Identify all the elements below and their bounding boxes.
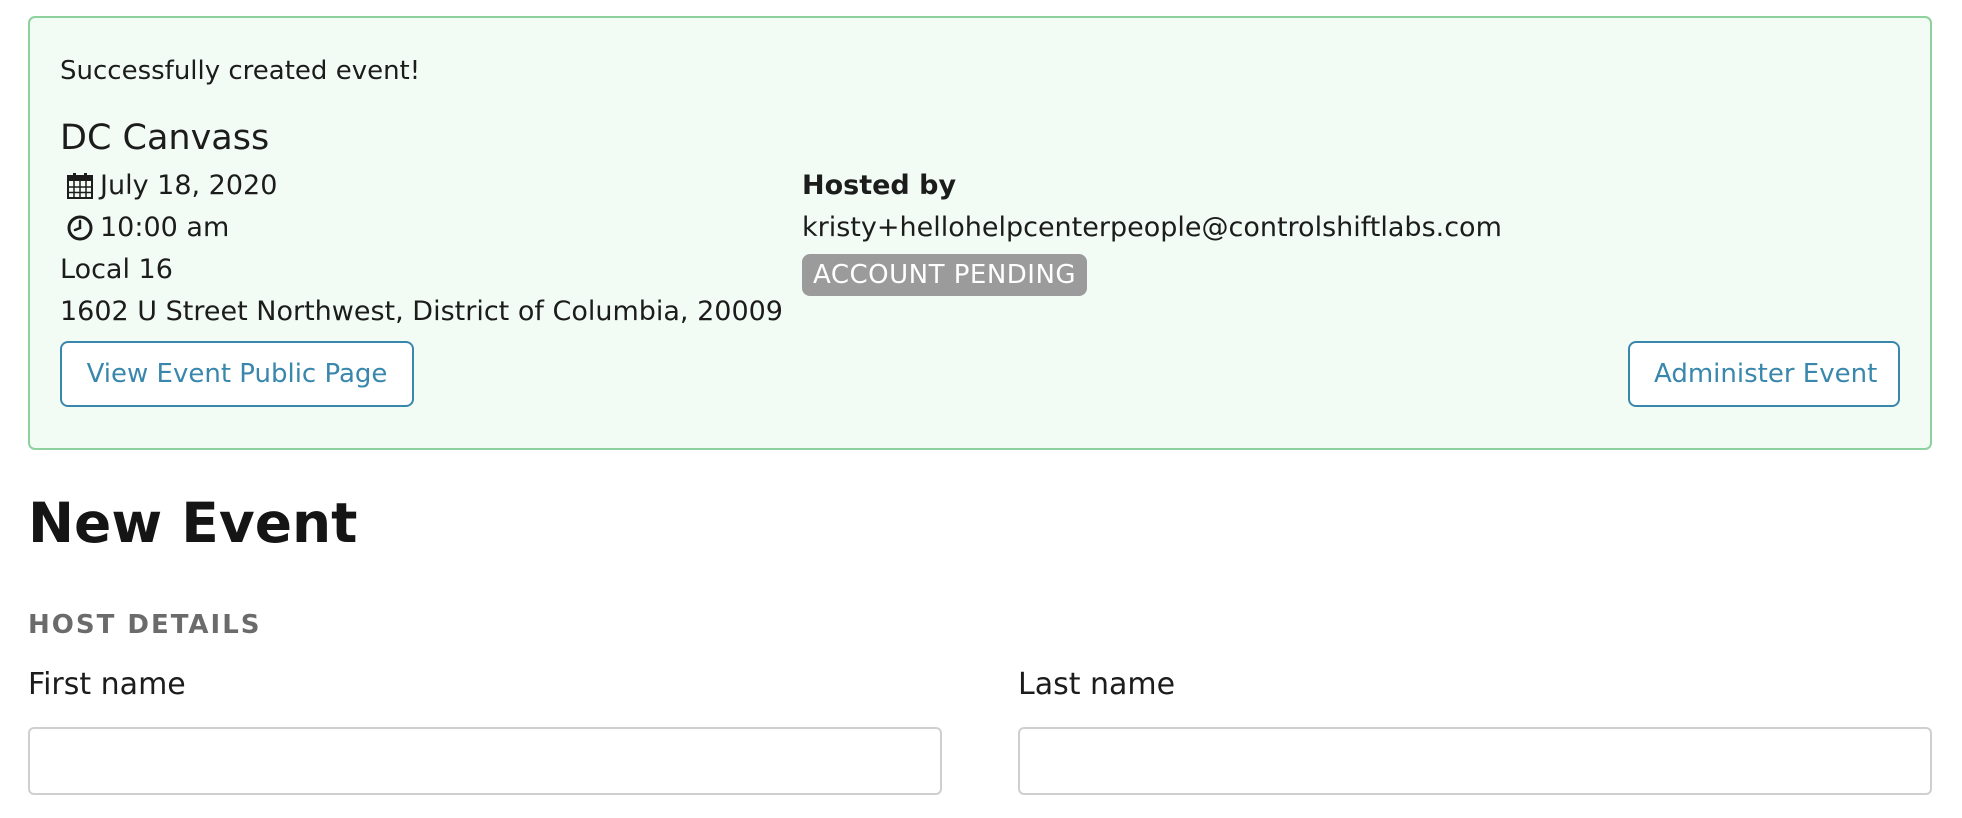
page: Successfully created event! DC Canvass J… [28,16,1932,795]
status-badge: ACCOUNT PENDING [802,254,1088,296]
success-banner: Successfully created event! DC Canvass J… [28,16,1932,450]
first-name-label: First name [28,667,186,702]
hosted-by-heading: Hosted by [802,170,957,201]
event-address: 1602 U Street Northwest, District of Col… [60,296,783,327]
event-date: July 18, 2020 [60,168,277,204]
event-date-text: July 18, 2020 [100,170,278,201]
event-venue: Local 16 [60,254,173,285]
calendar-icon [66,172,94,200]
section-label-host-details: HOST DETAILS [28,610,262,640]
administer-event-button[interactable]: Administer Event [1628,341,1900,407]
event-time: 10:00 am [60,210,229,246]
event-title: DC Canvass [60,118,270,158]
first-name-field: First name [28,666,942,795]
host-email: kristy+hellohelpcenterpeople@controlshif… [802,212,1502,243]
host-info: Hosted by kristy+hellohelpcenterpeople@c… [802,168,1502,296]
clock-icon [66,214,94,242]
last-name-label: Last name [1018,667,1176,702]
last-name-field: Last name [1018,666,1932,795]
page-title: New Event [28,491,358,555]
view-event-public-page-button[interactable]: View Event Public Page [60,341,414,407]
last-name-input[interactable] [1018,727,1932,795]
first-name-input[interactable] [28,727,942,795]
success-message: Successfully created event! [60,56,421,86]
event-time-text: 10:00 am [100,212,230,243]
